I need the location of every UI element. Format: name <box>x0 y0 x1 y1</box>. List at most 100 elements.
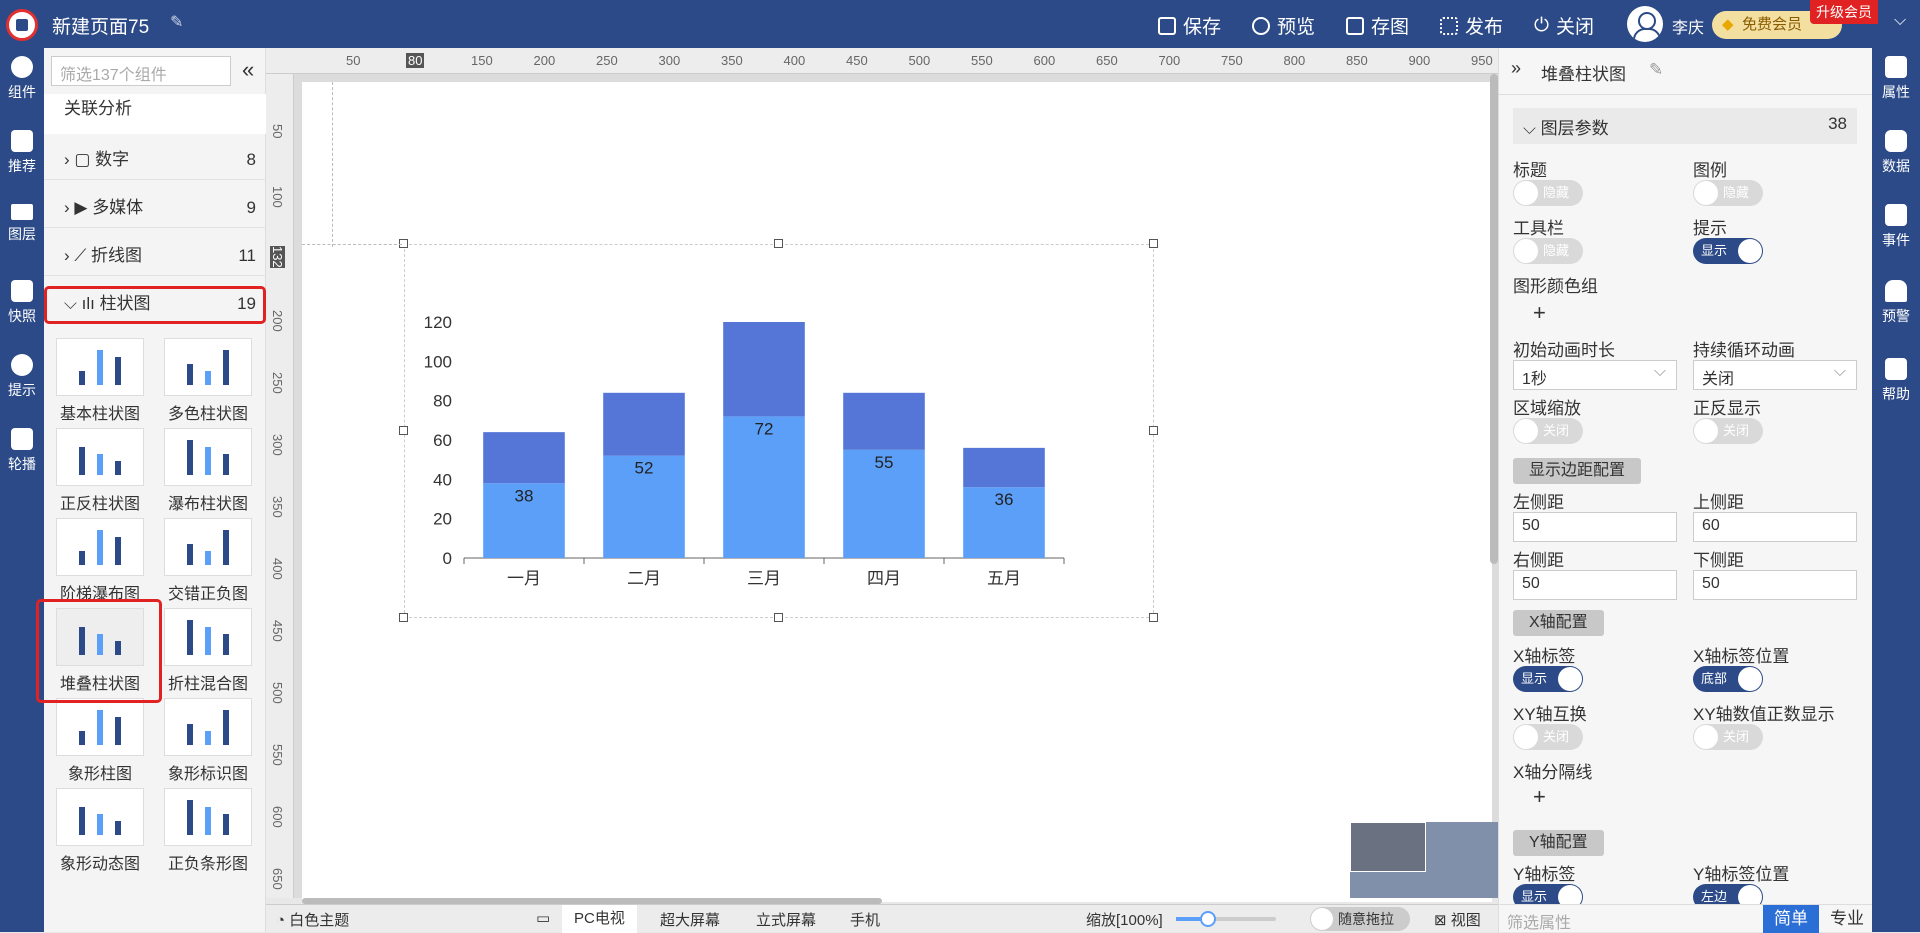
property-filter-input[interactable]: 筛选属性 <box>1507 909 1571 933</box>
category-line[interactable]: › ⟋ 折线图 11 <box>44 236 266 276</box>
anim-duration-select[interactable]: 1秒 <box>1513 360 1677 390</box>
nav-components[interactable]: 组件 <box>0 56 44 102</box>
add-x-split-icon[interactable]: + <box>1533 784 1546 810</box>
tab-phone[interactable]: 手机 <box>850 909 880 930</box>
component-item[interactable]: 象形标识图 <box>164 698 252 784</box>
save-button[interactable]: 保存 <box>1158 12 1221 39</box>
edit-title-icon[interactable]: ✎ <box>170 12 183 32</box>
nav-recommend[interactable]: 推荐 <box>0 130 44 176</box>
user-name: 李庆 <box>1672 20 1705 37</box>
tab-pc[interactable]: PC电视 <box>562 905 637 933</box>
chevron-down-icon[interactable]: ⌵ <box>1894 12 1906 30</box>
left-margin-input[interactable]: 50 <box>1513 512 1677 542</box>
avatar[interactable] <box>1627 6 1663 42</box>
section-layer-params[interactable]: ⌵ 图层参数 38 <box>1513 108 1857 144</box>
toggle-zoom[interactable]: 关闭 <box>1513 418 1583 444</box>
nav-properties[interactable]: 属性 <box>1872 56 1920 102</box>
top-margin-input[interactable]: 60 <box>1693 512 1857 542</box>
component-item[interactable]: 折柱混合图 <box>164 608 252 694</box>
nav-snapshot[interactable]: 快照 <box>0 280 44 326</box>
zoom-slider-handle[interactable] <box>1200 911 1216 927</box>
yaxis-config-button[interactable]: Y轴配置 <box>1513 830 1604 856</box>
nav-alert[interactable]: 预警 <box>1872 280 1920 326</box>
y-tick-label: 20 <box>433 510 452 529</box>
ruler-tick-label: 500 <box>270 682 285 704</box>
label-title: 标题 <box>1513 161 1547 180</box>
component-item[interactable]: 阶梯瀑布图 <box>56 518 144 604</box>
power-icon: ⏻ <box>1534 14 1550 36</box>
nav-layers[interactable]: 图层 <box>0 204 44 244</box>
toggle-title[interactable]: 隐藏 <box>1513 180 1583 206</box>
component-item[interactable]: 瀑布柱状图 <box>164 428 252 514</box>
component-thumbnail <box>56 518 144 576</box>
view-button[interactable]: ⊠ 视图 <box>1434 909 1481 930</box>
nav-tips[interactable]: 提示 <box>0 354 44 400</box>
nav-events[interactable]: 事件 <box>1872 204 1920 250</box>
component-thumbnail <box>164 518 252 576</box>
label-y-label-pos: Y轴标签位置 <box>1693 865 1790 884</box>
xaxis-config-button[interactable]: X轴配置 <box>1513 610 1604 636</box>
stacked-bar-chart[interactable]: 0 20 40 60 80 100 120 38 一月 52 二月 72 三月 55 四月 36 五月 <box>404 244 1154 618</box>
component-item[interactable]: 正反柱状图 <box>56 428 144 514</box>
preview-button[interactable]: 预览 <box>1252 12 1315 39</box>
minimap[interactable] <box>1350 822 1498 898</box>
canvas[interactable]: 0 20 40 60 80 100 120 38 一月 52 二月 72 三月 55 四月 36 五月 <box>302 82 1492 902</box>
toggle-x-label-pos[interactable]: 底部 <box>1693 666 1763 692</box>
ai-icon <box>11 130 33 152</box>
toggle-tooltip[interactable]: 显示 <box>1693 238 1763 264</box>
component-label: 象形动态图 <box>59 856 140 873</box>
category-number[interactable]: › ▢ 数字 8 <box>44 140 266 180</box>
upgrade-button[interactable]: 升级会员 <box>1810 0 1878 24</box>
nav-data[interactable]: 数据 <box>1872 130 1920 176</box>
free-drag-toggle[interactable]: 随意拖拉 <box>1310 907 1410 931</box>
mode-simple-button[interactable]: 简单 <box>1763 905 1819 933</box>
component-item[interactable]: 基本柱状图 <box>56 338 144 424</box>
bottom-margin-input[interactable]: 50 <box>1693 570 1857 600</box>
label-legend: 图例 <box>1693 161 1727 180</box>
nav-carousel[interactable]: 轮播 <box>0 428 44 474</box>
component-label: 折柱混合图 <box>167 676 248 693</box>
component-item[interactable]: 象形柱图 <box>56 698 144 784</box>
component-search-input[interactable]: 筛选137个组件 <box>51 56 231 86</box>
nav-help[interactable]: 帮助 <box>1872 358 1920 404</box>
label-x-label: X轴标签 <box>1513 647 1576 666</box>
page-title: 新建页面75 <box>52 17 150 38</box>
loop-anim-select[interactable]: 关闭 <box>1693 360 1857 390</box>
tab-large-screen[interactable]: 超大屏幕 <box>660 909 720 930</box>
close-button[interactable]: ⏻ 关闭 <box>1534 12 1594 39</box>
toggle-xy-positive[interactable]: 关闭 <box>1693 724 1763 750</box>
save-image-button[interactable]: 存图 <box>1346 12 1409 39</box>
highlight-bar-category <box>44 286 266 324</box>
toggle-reverse[interactable]: 关闭 <box>1693 418 1763 444</box>
category-media[interactable]: › ▶ 多媒体 9 <box>44 188 266 228</box>
screen-icon[interactable]: ▭ <box>536 909 550 927</box>
vertical-scrollbar[interactable] <box>1490 74 1498 564</box>
component-item[interactable]: 多色柱状图 <box>164 338 252 424</box>
toggle-xy-swap[interactable]: 关闭 <box>1513 724 1583 750</box>
edit-name-icon[interactable]: ✎ <box>1649 60 1663 80</box>
toggle-legend[interactable]: 隐藏 <box>1693 180 1763 206</box>
zoom-slider[interactable] <box>1176 911 1276 927</box>
collapse-panel-icon[interactable]: « <box>242 57 254 83</box>
toggle-toolbar[interactable]: 隐藏 <box>1513 238 1583 264</box>
component-item[interactable]: 交错正负图 <box>164 518 252 604</box>
label-xy-positive: XY轴数值正数显示 <box>1693 705 1835 724</box>
component-thumbnail <box>164 608 252 666</box>
y-tick-label: 0 <box>443 549 452 568</box>
publish-button[interactable]: 发布 <box>1440 12 1503 39</box>
mode-pro-button[interactable]: 专业 <box>1821 905 1873 933</box>
ruler-tick-label: 500 <box>908 53 931 68</box>
y-tick-label: 40 <box>433 470 452 489</box>
component-item[interactable]: 象形动态图 <box>56 788 144 874</box>
margin-config-button[interactable]: 显示边距配置 <box>1513 458 1642 484</box>
theme-selector[interactable]: ◔ 白色主题 <box>276 909 349 930</box>
expand-panel-icon[interactable]: » <box>1511 58 1521 79</box>
minimap-viewport[interactable] <box>1350 822 1426 872</box>
category-related[interactable]: 关联分析 <box>44 94 266 134</box>
toggle-x-label[interactable]: 显示 <box>1513 666 1583 692</box>
tab-stereo-screen[interactable]: 立式屏幕 <box>756 909 816 930</box>
component-item[interactable]: 正负条形图 <box>164 788 252 874</box>
right-margin-input[interactable]: 50 <box>1513 570 1677 600</box>
y-tick-label: 100 <box>424 352 452 371</box>
add-color-icon[interactable]: + <box>1533 300 1546 326</box>
